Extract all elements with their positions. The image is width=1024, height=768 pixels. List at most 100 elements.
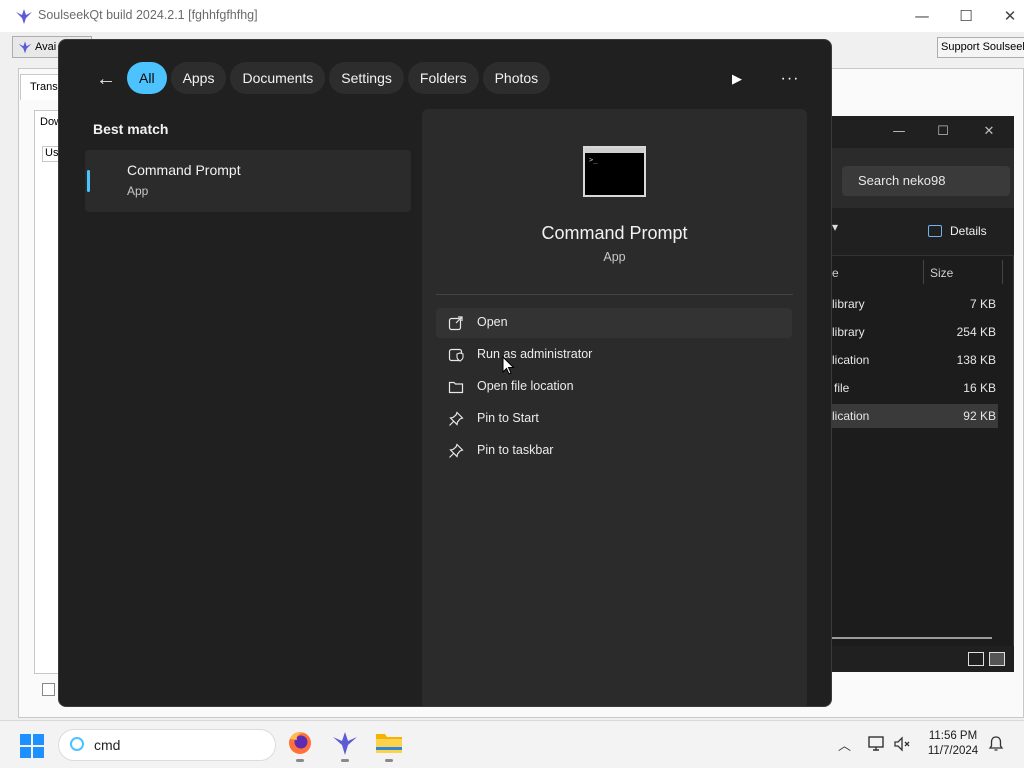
column-separator[interactable] (923, 260, 924, 284)
action-open-file-location[interactable]: Open file location (436, 372, 792, 402)
notification-bell-icon[interactable] (988, 735, 1004, 753)
soulseek-titlebar: SoulseekQt build 2024.2.1 [fghhfgfhfhg] … (0, 0, 1024, 32)
taskbar-search-box[interactable]: cmd (58, 729, 276, 761)
search-filter-bar: All Apps Documents Settings Folders Phot… (127, 62, 551, 96)
result-detail-pane: >_ Command Prompt App Open Run as admini… (422, 109, 807, 706)
command-prompt-icon-caret: >_ (589, 156, 598, 164)
search-icon (70, 737, 84, 751)
filter-photos[interactable]: Photos (482, 62, 551, 94)
soulseek-bird-icon (18, 41, 32, 54)
play-icon[interactable]: ▶ (725, 66, 749, 92)
filter-apps[interactable]: Apps (170, 62, 227, 94)
action-pin-to-taskbar[interactable]: Pin to taskbar (436, 436, 792, 466)
file-size: 138 KB (956, 353, 996, 367)
chevron-down-icon[interactable]: ▾ (832, 220, 838, 234)
maximize-button[interactable]: ☐ (946, 4, 986, 28)
mouse-cursor-icon (502, 356, 515, 375)
selection-indicator (87, 170, 90, 192)
action-label: Open file location (477, 379, 574, 393)
taskbar: cmd ︿ 11:56 PM 11/7/2024 (0, 720, 1024, 768)
action-label: Pin to Start (477, 411, 539, 425)
volume-muted-icon[interactable] (894, 736, 912, 752)
shield-admin-icon (448, 348, 464, 362)
command-prompt-icon-titlebar (585, 148, 644, 153)
pin-icon (449, 411, 464, 426)
command-prompt-icon: >_ (583, 146, 646, 197)
start-button-windows-icon[interactable] (20, 734, 44, 758)
details-button[interactable]: Details (950, 224, 987, 238)
soulseek-bird-icon (16, 9, 32, 24)
details-pane-icon (928, 225, 942, 237)
explorer-status-bar (832, 646, 1014, 672)
details-view-icon[interactable] (968, 652, 984, 666)
filter-settings[interactable]: Settings (329, 62, 404, 94)
more-options-icon[interactable]: ··· (777, 66, 803, 92)
network-icon[interactable] (868, 736, 886, 752)
filter-all[interactable]: All (127, 62, 167, 94)
file-type: lication (832, 409, 870, 423)
action-pin-to-start[interactable]: Pin to Start (436, 404, 792, 434)
detail-title: Command Prompt (541, 223, 688, 243)
clock-date: 11/7/2024 (927, 745, 979, 757)
minimize-button[interactable]: — (884, 122, 914, 142)
support-soulseek-button[interactable]: Support Soulseek (937, 37, 1024, 58)
file-list-header: e Size (832, 260, 1014, 284)
close-button[interactable]: ✕ (974, 122, 1004, 142)
divider (436, 294, 793, 295)
tab-transfers[interactable]: Transf (20, 74, 62, 100)
pin-icon (449, 443, 464, 458)
explorer-titlebar: — ☐ ✕ (832, 116, 1014, 148)
file-row-selected[interactable]: lication 92 KB (832, 404, 998, 428)
running-indicator (341, 759, 349, 762)
file-explorer-window: — ☐ ✕ Search neko98 ▾ Details e Size lib… (832, 116, 1014, 672)
firefox-icon[interactable] (284, 729, 316, 762)
filter-documents[interactable]: Documents (230, 62, 326, 94)
close-button[interactable]: ✕ (990, 4, 1024, 28)
column-header-size[interactable]: Size (930, 266, 953, 280)
file-row[interactable]: library 7 KB (832, 292, 998, 316)
file-type: library (832, 325, 865, 339)
maximize-button[interactable]: ☐ (928, 122, 958, 142)
tiles-view-icon[interactable] (989, 652, 1005, 666)
open-external-icon (448, 316, 463, 331)
action-run-as-administrator[interactable]: Run as administrator (436, 340, 792, 370)
file-type: library (832, 297, 865, 311)
soulseek-icon[interactable] (329, 729, 361, 762)
file-size: 92 KB (963, 409, 996, 423)
column-separator[interactable] (1002, 260, 1003, 284)
file-size: 16 KB (963, 381, 996, 395)
running-indicator (385, 759, 393, 762)
checkbox[interactable] (42, 683, 55, 696)
file-explorer-icon[interactable] (373, 729, 405, 762)
explorer-search-input[interactable]: Search neko98 (842, 166, 1010, 196)
file-row[interactable]: file 16 KB (832, 376, 998, 400)
system-clock[interactable]: 11:56 PM 11/7/2024 (920, 729, 986, 759)
result-title: Command Prompt (127, 162, 241, 178)
best-match-heading: Best match (93, 121, 169, 137)
file-row[interactable]: lication 138 KB (832, 348, 998, 372)
action-label: Run as administrator (477, 347, 593, 361)
soulseek-window-title: SoulseekQt build 2024.2.1 [fghhfgfhfhg] (38, 8, 258, 22)
result-subtitle: App (127, 184, 149, 198)
action-open[interactable]: Open (436, 308, 792, 338)
best-match-result[interactable]: Command Prompt App (85, 150, 411, 212)
minimize-button[interactable]: — (902, 4, 942, 28)
horizontal-scrollbar[interactable] (832, 637, 992, 639)
taskbar-search-text: cmd (94, 737, 121, 753)
column-header-name[interactable]: e (832, 266, 839, 280)
start-search-panel: ← All Apps Documents Settings Folders Ph… (58, 39, 832, 707)
file-size: 7 KB (969, 297, 996, 311)
availability-label: Avai (35, 41, 57, 53)
chevron-up-icon[interactable]: ︿ (838, 735, 851, 754)
clock-time: 11:56 PM (928, 730, 978, 742)
running-indicator (296, 759, 304, 762)
action-label: Open (477, 315, 508, 329)
file-row[interactable]: library 254 KB (832, 320, 998, 344)
filter-folders[interactable]: Folders (407, 62, 479, 94)
action-label: Pin to taskbar (477, 443, 554, 457)
explorer-address-bar: Search neko98 (832, 148, 1014, 208)
detail-subtitle: App (603, 250, 626, 264)
file-type: file (834, 381, 850, 395)
file-type: lication (832, 353, 870, 367)
back-arrow-icon[interactable]: ← (93, 66, 119, 92)
